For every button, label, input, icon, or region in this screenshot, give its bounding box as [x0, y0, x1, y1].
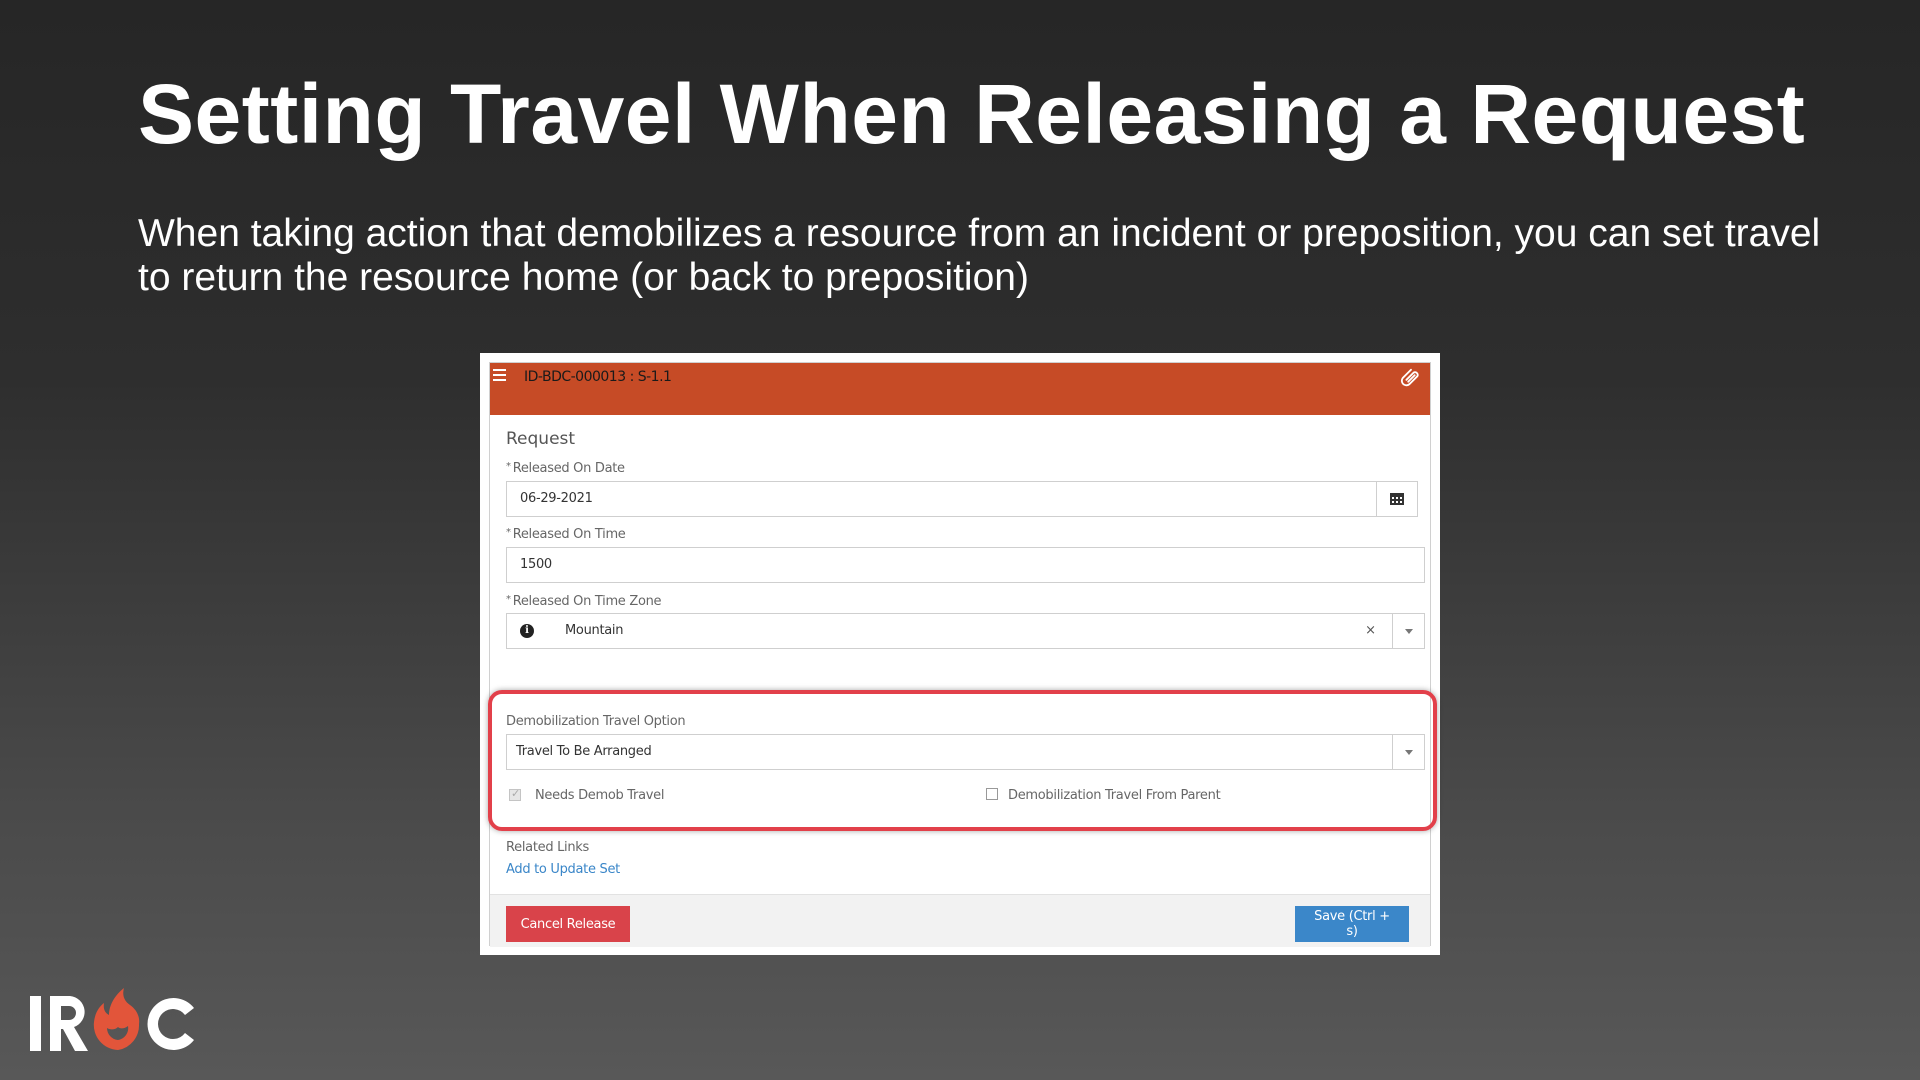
released-on-time-zone-label-text: Released On Time Zone: [512, 594, 662, 609]
hamburger-icon[interactable]: [493, 369, 506, 381]
released-on-date-label-text: Released On Date: [512, 461, 625, 476]
form-header: ID-BDC-000013 : S-1.1: [490, 363, 1430, 415]
iroc-logo: [26, 970, 216, 1060]
time-zone-select[interactable]: i Mountain ×: [506, 613, 1425, 649]
required-marker: *: [506, 461, 511, 472]
released-on-date-value: 06-29-2021: [520, 491, 593, 506]
slide-subtitle: When taking action that demobilizes a re…: [138, 212, 1821, 299]
released-on-date-label: * Released On Date: [506, 461, 625, 476]
form-footer: Cancel Release Save (Ctrl + s): [490, 894, 1430, 947]
released-on-time-label: * Released On Time: [506, 527, 626, 542]
info-icon[interactable]: i: [520, 624, 534, 638]
calendar-button[interactable]: [1376, 482, 1417, 516]
screenshot-panel: ID-BDC-000013 : S-1.1 Request * Released …: [480, 353, 1440, 955]
release-form: ID-BDC-000013 : S-1.1 Request * Released …: [488, 362, 1437, 947]
required-marker: *: [506, 594, 511, 605]
time-zone-value: Mountain: [565, 623, 624, 638]
iroc-logo-mark: [30, 988, 194, 1051]
add-to-update-set-link[interactable]: Add to Update Set: [506, 862, 620, 877]
calendar-icon: [1390, 493, 1404, 505]
record-id: ID-BDC-000013 : S-1.1: [524, 369, 672, 385]
section-title: Request: [506, 429, 576, 449]
released-on-time-zone-label: * Released On Time Zone: [506, 594, 662, 609]
save-button[interactable]: Save (Ctrl + s): [1295, 906, 1409, 942]
highlight-annotation: [488, 690, 1437, 831]
slide-title: Setting Travel When Releasing a Request: [138, 67, 1806, 161]
related-links-title: Related Links: [506, 840, 589, 855]
released-on-date-field[interactable]: 06-29-2021: [506, 481, 1418, 517]
paperclip-icon[interactable]: [1400, 367, 1422, 389]
released-on-time-value: 1500: [520, 557, 552, 572]
chevron-down-icon: [1405, 629, 1413, 634]
required-marker: *: [506, 527, 511, 538]
cancel-release-button[interactable]: Cancel Release: [506, 906, 630, 942]
released-on-time-field[interactable]: 1500: [506, 547, 1425, 583]
released-on-time-label-text: Released On Time: [512, 527, 626, 542]
time-zone-dropdown-toggle[interactable]: [1392, 614, 1424, 648]
clear-icon[interactable]: ×: [1365, 623, 1376, 638]
